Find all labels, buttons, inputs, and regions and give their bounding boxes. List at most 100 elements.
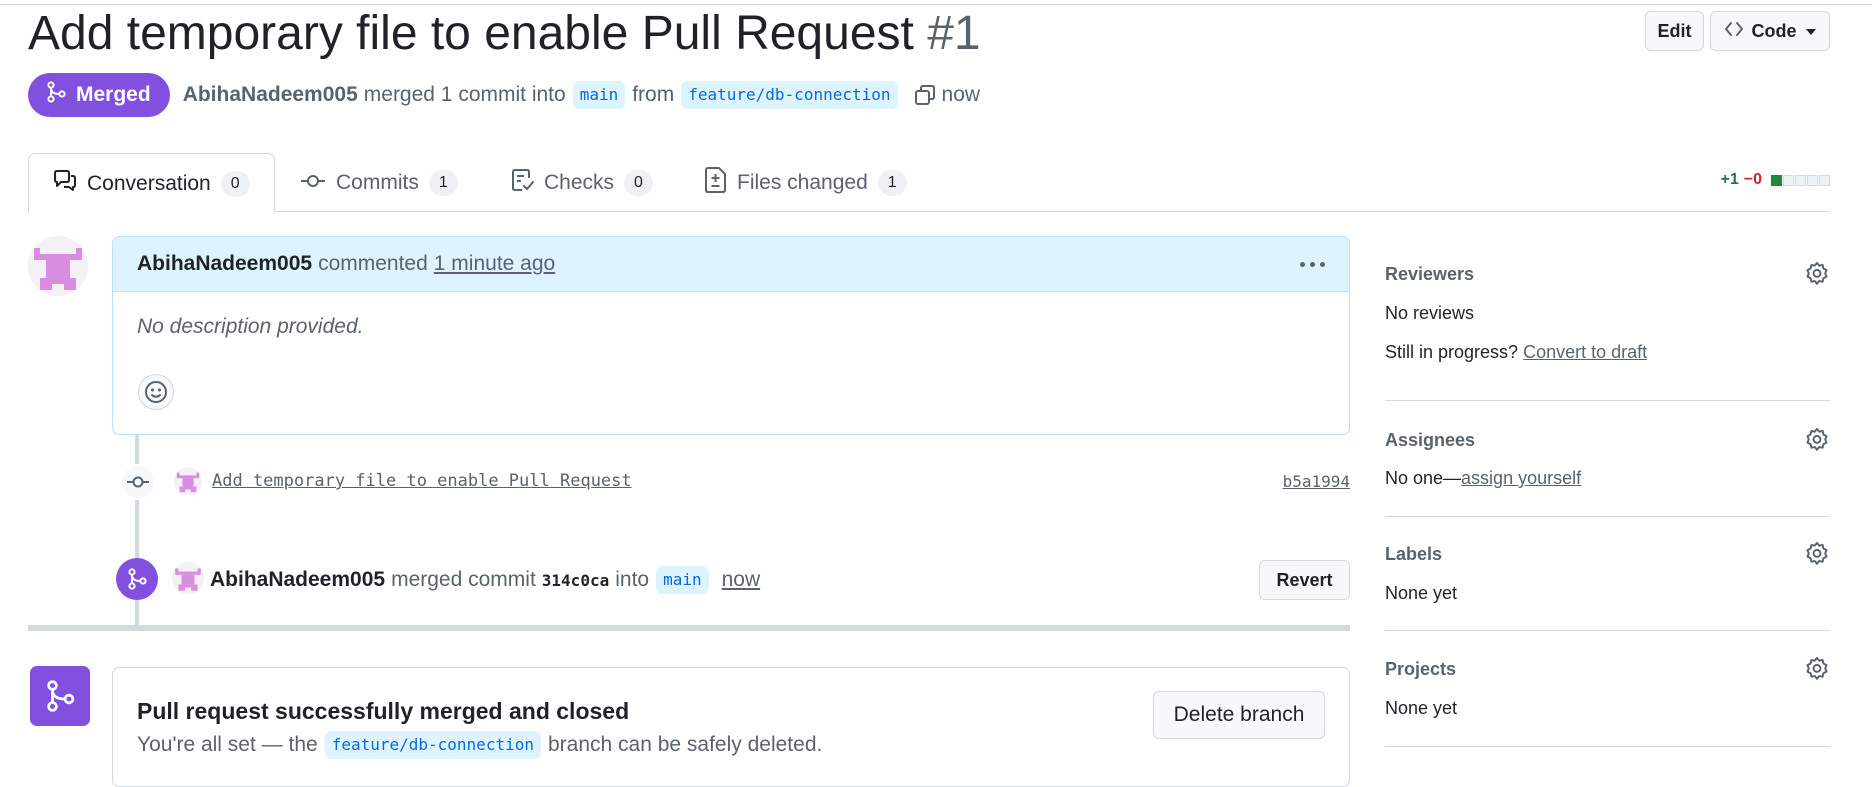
commit-sha-link[interactable]: b5a1994 (1283, 472, 1350, 491)
convert-to-draft-link[interactable]: Convert to draft (1523, 342, 1647, 362)
head-branch[interactable]: feature/db-connection (681, 81, 898, 109)
comment-discussion-icon (53, 169, 77, 198)
diffstat-block-neutral (1795, 174, 1806, 186)
diffstat-block-neutral (1819, 174, 1830, 186)
git-commit-icon (120, 464, 156, 500)
sidebar-projects: Projects None yet (1385, 656, 1830, 719)
assignees-none: No one— (1385, 468, 1462, 488)
sidebar-divider (1385, 400, 1830, 401)
diffstat: +1 −0 (1720, 171, 1830, 189)
tab-files-changed-label: Files changed (737, 170, 868, 194)
diffstat-additions: +1 (1720, 171, 1739, 188)
merge-branch[interactable]: main (656, 566, 709, 594)
gear-icon[interactable] (1804, 261, 1830, 292)
git-commit-icon (300, 171, 326, 195)
pr-meta: Merged AbihaNadeem005 merged 1 commit in… (28, 73, 980, 117)
sidebar-divider (1385, 746, 1830, 747)
reviewers-value: No reviews (1385, 303, 1475, 323)
code-icon (1724, 20, 1744, 43)
commit-event: Add temporary file to enable Pull Reques… (120, 463, 1350, 503)
merge-into: into (615, 568, 650, 591)
tab-commits-label: Commits (336, 170, 419, 194)
merge-status-box: Pull request successfully merged and clo… (112, 667, 1350, 787)
merge-event-text: AbihaNadeem005 merged commit 314c0ca int… (210, 566, 760, 594)
reviewers-heading: Reviewers (1385, 264, 1475, 284)
code-button[interactable]: Code (1710, 11, 1830, 51)
merge-action: merged commit (391, 568, 536, 591)
tab-conversation-count: 0 (220, 170, 250, 197)
labels-value: None yet (1385, 583, 1458, 603)
timeline-end-divider (28, 625, 1350, 631)
base-branch[interactable]: main (572, 81, 626, 109)
git-merge-icon (46, 81, 66, 109)
tab-checks[interactable]: Checks 0 (512, 153, 653, 212)
tab-checks-count: 0 (624, 169, 653, 196)
edit-button-label: Edit (1657, 20, 1692, 41)
merge-author[interactable]: AbihaNadeem005 (210, 568, 385, 592)
pr-time: now (941, 83, 981, 106)
assign-yourself-link[interactable]: assign yourself (1461, 468, 1581, 488)
sidebar-divider (1385, 630, 1830, 631)
tab-files-changed[interactable]: Files changed 1 (705, 153, 907, 212)
comment-action: commented (318, 252, 428, 275)
git-merge-icon (116, 558, 158, 600)
assignees-value: No one—assign yourself (1385, 468, 1581, 489)
sidebar-labels: Labels None yet (1385, 541, 1830, 604)
comment-author[interactable]: AbihaNadeem005 (137, 252, 312, 276)
delete-branch-button[interactable]: Delete branch (1153, 691, 1325, 739)
projects-heading: Projects (1385, 659, 1457, 679)
smiley-icon[interactable] (138, 374, 174, 410)
merge-event: AbihaNadeem005 merged commit 314c0ca int… (116, 558, 1350, 600)
tab-conversation-label: Conversation (87, 171, 211, 195)
pr-number: #1 (927, 7, 981, 60)
from-text: from (632, 83, 675, 106)
sidebar-divider (1385, 516, 1830, 517)
diffstat-block-added (1771, 174, 1782, 186)
comment-header: AbihaNadeem005 commented 1 minute ago (113, 237, 1349, 292)
file-diff-icon (705, 166, 727, 199)
edit-button[interactable]: Edit (1645, 11, 1704, 51)
diffstat-block-neutral (1783, 174, 1794, 186)
code-button-label: Code (1751, 20, 1797, 41)
commit-message-link[interactable]: Add temporary file to enable Pull Reques… (212, 471, 632, 491)
git-merge-icon (30, 666, 90, 726)
avatar[interactable] (28, 236, 88, 296)
avatar[interactable] (172, 562, 204, 594)
sidebar-assignees: Assignees No one—assign yourself (1385, 427, 1830, 490)
diffstat-deletions: −0 (1743, 171, 1762, 188)
merge-status-title: Pull request successfully merged and clo… (137, 698, 630, 724)
merge-status-message: You're all set — the feature/db-connecti… (137, 731, 822, 759)
tab-commits[interactable]: Commits 1 (300, 153, 458, 212)
draft-prefix: Still in progress? (1385, 342, 1519, 362)
tab-commits-count: 1 (428, 169, 458, 196)
merge-status-prefix: You're all set — the (137, 733, 318, 756)
merge-status-branch[interactable]: feature/db-connection (324, 731, 541, 759)
draft-line: Still in progress? Convert to draft (1385, 342, 1647, 363)
merge-commit-sha[interactable]: 314c0ca (542, 571, 609, 590)
merge-status-suffix: branch can be safely deleted. (547, 733, 823, 756)
pr-author-link[interactable]: AbihaNadeem005 (183, 83, 358, 107)
kebab-horizontal-icon[interactable] (1300, 261, 1325, 267)
avatar[interactable] (174, 467, 202, 495)
projects-value: None yet (1385, 698, 1458, 718)
gear-icon[interactable] (1804, 541, 1830, 572)
gear-icon[interactable] (1804, 427, 1830, 458)
diffstat-block-neutral (1807, 174, 1818, 186)
assignees-heading: Assignees (1385, 430, 1476, 450)
diffstat-blocks (1771, 174, 1830, 186)
merged-badge-label: Merged (76, 83, 151, 106)
revert-button[interactable]: Revert (1259, 560, 1350, 600)
copy-icon[interactable] (913, 83, 937, 107)
tab-checks-label: Checks (544, 170, 615, 194)
triangle-down-icon (1805, 21, 1817, 42)
tab-conversation[interactable]: Conversation 0 (28, 153, 275, 213)
labels-heading: Labels (1385, 544, 1443, 564)
merged-summary: merged 1 commit into (363, 83, 566, 106)
merge-time[interactable]: now (722, 568, 761, 592)
comment-time[interactable]: 1 minute ago (434, 252, 555, 276)
sidebar-reviewers: Reviewers No reviews Still in progress? … (1385, 261, 1830, 364)
pr-tabs: Conversation 0 Commits 1 Checks 0 Files … (28, 153, 1830, 213)
gear-icon[interactable] (1804, 656, 1830, 687)
comment-box: AbihaNadeem005 commented 1 minute ago No… (112, 236, 1350, 435)
checklist-icon (512, 168, 534, 198)
